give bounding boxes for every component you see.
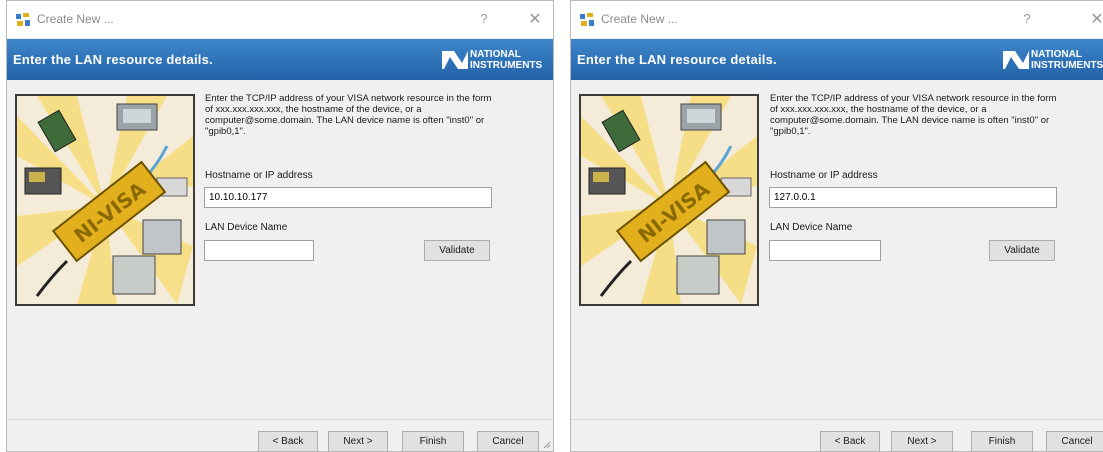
lan-device-name-input[interactable] <box>204 240 314 261</box>
logo-text-instruments: INSTRUMENTS <box>1031 60 1103 71</box>
close-button[interactable]: ✕ <box>1086 9 1103 29</box>
content-area: NI-VISA Enter the TCP/IP address of your… <box>7 80 553 451</box>
window-title: Create New ... <box>37 12 114 26</box>
ni-eagle-icon <box>442 51 468 69</box>
title-bar[interactable]: Create New ... ? ✕ <box>571 1 1103 38</box>
ni-eagle-icon <box>1003 51 1029 69</box>
banner-title: Enter the LAN resource details. <box>577 52 777 67</box>
finish-button[interactable]: Finish <box>402 431 464 451</box>
hostname-input[interactable] <box>769 187 1057 208</box>
lan-device-name-input[interactable] <box>769 240 881 261</box>
logo-text-national: NATIONAL <box>470 49 521 60</box>
logo-text-national: NATIONAL <box>1031 49 1082 60</box>
hostname-input[interactable] <box>204 187 492 208</box>
ni-visa-app-icon <box>580 13 594 26</box>
help-button[interactable]: ? <box>1017 11 1037 26</box>
cancel-button[interactable]: Cancel <box>477 431 539 451</box>
ni-visa-illustration: NI-VISA <box>15 94 195 306</box>
footer-divider <box>571 419 1103 420</box>
window-title: Create New ... <box>601 12 678 26</box>
banner-title: Enter the LAN resource details. <box>13 52 213 67</box>
title-bar[interactable]: Create New ... ? ✕ <box>7 1 553 38</box>
create-new-dialog-1: Create New ... ? ✕ Enter the LAN resourc… <box>6 0 554 452</box>
national-instruments-logo: NATIONAL INSTRUMENTS <box>440 47 550 73</box>
ni-visa-illustration: NI-VISA <box>579 94 759 306</box>
hostname-label: Hostname or IP address <box>770 170 878 181</box>
next-button[interactable]: Next > <box>328 431 388 451</box>
validate-button[interactable]: Validate <box>989 240 1055 261</box>
ni-visa-app-icon <box>16 13 30 26</box>
description-text: Enter the TCP/IP address of your VISA ne… <box>770 93 1057 137</box>
close-button[interactable]: ✕ <box>524 9 546 29</box>
resize-grip-icon[interactable] <box>543 441 551 449</box>
back-button[interactable]: < Back <box>258 431 318 451</box>
cancel-button[interactable]: Cancel <box>1046 431 1103 451</box>
back-button[interactable]: < Back <box>820 431 880 451</box>
help-button[interactable]: ? <box>474 11 494 26</box>
description-text: Enter the TCP/IP address of your VISA ne… <box>205 93 492 137</box>
lan-device-name-label: LAN Device Name <box>205 222 288 233</box>
logo-text-instruments: INSTRUMENTS <box>470 60 543 71</box>
national-instruments-logo: NATIONAL INSTRUMENTS <box>1001 47 1103 73</box>
content-area: NI-VISA Enter the TCP/IP address of your… <box>571 80 1103 451</box>
footer-divider <box>7 419 553 420</box>
finish-button[interactable]: Finish <box>971 431 1033 451</box>
header-banner: Enter the LAN resource details. NATIONAL… <box>7 39 553 80</box>
validate-button[interactable]: Validate <box>424 240 490 261</box>
hostname-label: Hostname or IP address <box>205 170 313 181</box>
next-button[interactable]: Next > <box>891 431 953 451</box>
create-new-dialog-2: Create New ... ? ✕ Enter the LAN resourc… <box>570 0 1103 452</box>
lan-device-name-label: LAN Device Name <box>770 222 853 233</box>
header-banner: Enter the LAN resource details. NATIONAL… <box>571 39 1103 80</box>
